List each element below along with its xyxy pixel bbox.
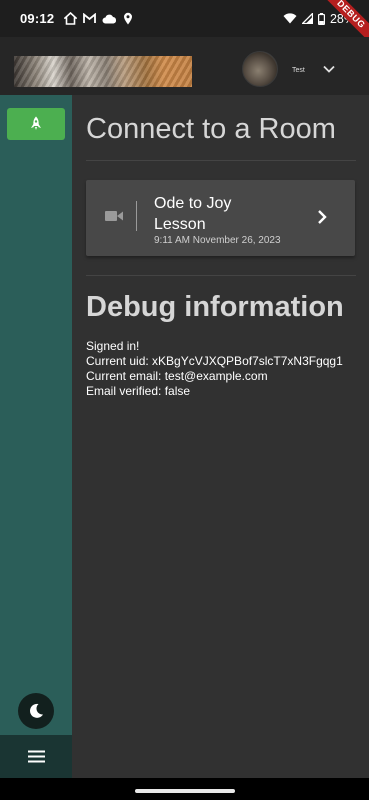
rocket-icon <box>31 116 41 130</box>
divider <box>86 160 356 161</box>
user-name[interactable]: Test <box>292 67 305 74</box>
home-icon <box>64 12 78 25</box>
banner-image <box>14 56 192 87</box>
debug-line: Email verified: false <box>86 384 191 398</box>
hamburger-menu-icon <box>27 750 45 763</box>
card-separator <box>136 201 137 231</box>
location-icon <box>124 12 133 25</box>
chevron-down-icon[interactable] <box>321 61 337 77</box>
main-content: Connect to a Room Ode to Joy Lesson 9:11… <box>72 95 369 778</box>
notification-icons <box>64 12 133 25</box>
avatar[interactable] <box>242 51 278 87</box>
room-name: Ode to Joy Lesson <box>154 195 232 233</box>
sidebar-item-rooms[interactable] <box>7 108 65 140</box>
wifi-icon <box>283 13 297 24</box>
debug-line: Signed in! <box>86 339 140 353</box>
status-time: 09:12 <box>20 11 55 26</box>
divider <box>86 275 356 276</box>
cellular-signal-icon <box>301 13 313 24</box>
sidebar-menu-button[interactable] <box>0 735 72 778</box>
debug-title: Debug information <box>86 291 344 323</box>
cloud-icon <box>102 14 117 23</box>
home-gesture-handle[interactable] <box>135 789 235 793</box>
gmail-icon <box>83 13 97 23</box>
room-time: 9:11 AM November 26, 2023 <box>154 235 281 246</box>
debug-info: Signed in! Current uid: xKBgYcVJXQPBof7s… <box>86 339 343 399</box>
page-title: Connect to a Room <box>86 113 336 145</box>
room-card[interactable]: Ode to Joy Lesson 9:11 AM November 26, 2… <box>86 180 355 256</box>
status-bar: 09:12 28% DEBUG <box>0 0 369 48</box>
app-bar: Test <box>0 37 369 95</box>
battery-icon <box>317 12 325 25</box>
chevron-right-icon[interactable] <box>315 209 329 225</box>
debug-line: Current uid: xKBgYcVJXQPBof7slcT7xN3Fgqg… <box>86 354 343 368</box>
navigation-bar <box>0 778 369 800</box>
moon-icon <box>30 703 43 718</box>
theme-toggle-button[interactable] <box>18 693 54 729</box>
sidebar <box>0 95 72 778</box>
video-camera-icon <box>105 211 123 221</box>
debug-line: Current email: test@example.com <box>86 369 268 383</box>
